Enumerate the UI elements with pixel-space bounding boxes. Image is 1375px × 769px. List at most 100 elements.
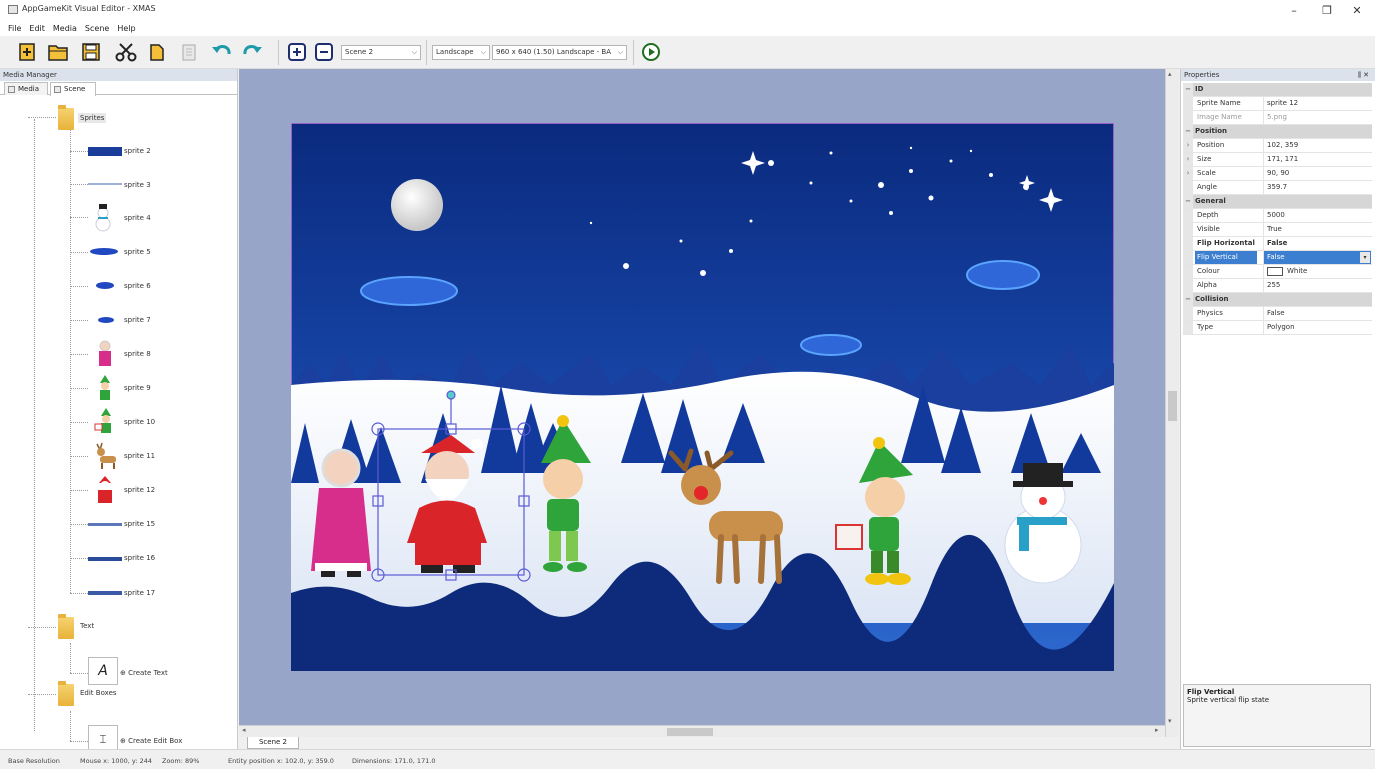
tree-sprite-17[interactable]: sprite 17 (124, 589, 155, 597)
horizontal-scrollbar[interactable]: ◂ ▸ (239, 725, 1165, 737)
tree-sprite-7[interactable]: sprite 7 (124, 316, 151, 324)
minimize-button[interactable]: – (1277, 2, 1311, 20)
copy-button[interactable] (146, 41, 168, 63)
property-row[interactable]: Depth 5000 (1183, 209, 1372, 223)
property-row[interactable]: Colour White (1183, 265, 1372, 279)
property-row[interactable]: Flip Horizontal False (1183, 237, 1372, 251)
vertical-scroll-thumb[interactable] (1168, 391, 1177, 421)
property-value[interactable]: White (1263, 265, 1371, 278)
expand-icon[interactable]: › (1183, 153, 1193, 166)
redo-button[interactable] (242, 41, 264, 63)
restore-button[interactable]: ❐ (1310, 2, 1344, 20)
color-swatch[interactable] (1267, 267, 1283, 276)
scroll-up-icon[interactable]: ▴ (1168, 70, 1172, 78)
property-value[interactable]: False (1263, 237, 1371, 250)
property-value[interactable]: 359.7 (1263, 181, 1371, 194)
property-row[interactable]: Alpha 255 (1183, 279, 1372, 293)
scroll-right-icon[interactable]: ▸ (1155, 726, 1159, 734)
horizontal-scroll-thumb[interactable] (667, 728, 713, 736)
tree-sprite-2[interactable]: sprite 2 (124, 147, 151, 155)
tree-line (70, 151, 88, 152)
tree-folder-sprites[interactable]: Sprites (78, 113, 107, 123)
tree-folder-edit-boxes[interactable]: Edit Boxes (80, 689, 117, 697)
property-value[interactable]: Polygon (1263, 321, 1371, 334)
menu-scene[interactable]: Scene (81, 22, 113, 33)
tree-create-edit-box[interactable]: ⊕ Create Edit Box (120, 737, 182, 745)
property-row[interactable]: Type Polygon (1183, 321, 1372, 335)
cut-button[interactable] (115, 41, 137, 63)
tree-sprite-8[interactable]: sprite 8 (124, 350, 151, 358)
tab-scene[interactable]: Scene (50, 82, 96, 96)
property-value[interactable]: 5000 (1263, 209, 1371, 222)
zoom-out-button[interactable] (313, 41, 335, 63)
tree-create-text[interactable]: ⊕ Create Text (120, 669, 168, 677)
open-file-button[interactable] (47, 41, 69, 63)
orientation-select[interactable]: Landscape ⌵ (432, 45, 490, 60)
property-row[interactable]: Flip Vertical False ▾ (1183, 251, 1372, 265)
run-button[interactable] (640, 41, 662, 63)
property-category[interactable]: − Collision (1183, 293, 1372, 307)
new-file-button[interactable] (16, 41, 38, 63)
tree-sprite-11[interactable]: sprite 11 (124, 452, 155, 460)
property-row[interactable]: Physics False (1183, 307, 1372, 321)
property-row[interactable]: Image Name 5.png (1183, 111, 1372, 125)
tree-sprite-9[interactable]: sprite 9 (124, 384, 151, 392)
vertical-scrollbar[interactable]: ▴ ▾ (1165, 69, 1179, 737)
panel-pin-close-icons[interactable]: ⫼ ✕ (1358, 69, 1369, 81)
tree-sprite-15[interactable]: sprite 15 (124, 520, 155, 528)
undo-button[interactable] (210, 41, 232, 63)
close-button[interactable]: ✕ (1340, 2, 1374, 20)
tree-sprite-6[interactable]: sprite 6 (124, 282, 151, 290)
expand-icon[interactable]: › (1183, 167, 1193, 180)
scroll-left-icon[interactable]: ◂ (242, 726, 246, 734)
menu-media[interactable]: Media (49, 22, 81, 33)
tree-sprite-5[interactable]: sprite 5 (124, 248, 151, 256)
property-category[interactable]: − General (1183, 195, 1372, 209)
tree-sprite-12[interactable]: sprite 12 (124, 486, 155, 494)
menu-file[interactable]: File (0, 22, 25, 33)
property-value[interactable]: 102, 359 (1263, 139, 1371, 152)
property-category[interactable]: − Position (1183, 125, 1372, 139)
tree-sprite-3[interactable]: sprite 3 (124, 181, 151, 189)
property-value[interactable]: 90, 90 (1263, 167, 1371, 180)
property-value[interactable]: 171, 171 (1263, 153, 1371, 166)
collapse-icon[interactable]: − (1183, 83, 1193, 96)
save-button[interactable] (80, 41, 102, 63)
tree-sprite-10[interactable]: sprite 10 (124, 418, 155, 426)
scene-canvas-area[interactable] (239, 69, 1165, 725)
property-row[interactable]: › Position 102, 359 (1183, 139, 1372, 153)
property-row[interactable]: Angle 359.7 (1183, 181, 1372, 195)
collapse-icon[interactable]: − (1183, 293, 1193, 306)
property-category[interactable]: − ID (1183, 83, 1372, 97)
property-value[interactable]: 5.png (1263, 111, 1371, 124)
tree-sprite-16[interactable]: sprite 16 (124, 554, 155, 562)
tree-line (70, 558, 88, 559)
scroll-down-icon[interactable]: ▾ (1168, 717, 1172, 725)
property-value[interactable]: 255 (1263, 279, 1371, 292)
chevron-down-icon[interactable]: ▾ (1360, 252, 1370, 263)
tab-media[interactable]: Media (4, 82, 48, 95)
tab-scene-2[interactable]: Scene 2 (247, 737, 299, 749)
tree-sprite-4[interactable]: sprite 4 (124, 214, 151, 222)
property-row[interactable]: Sprite Name sprite 12 (1183, 97, 1372, 111)
scene-select[interactable]: Scene 2 ⌵ (341, 45, 421, 60)
property-row[interactable]: Visible True (1183, 223, 1372, 237)
property-row[interactable]: › Size 171, 171 (1183, 153, 1372, 167)
collapse-icon[interactable]: − (1183, 195, 1193, 208)
collapse-icon[interactable]: − (1183, 125, 1193, 138)
property-value[interactable]: False (1263, 307, 1371, 320)
snowman-sprite[interactable] (1004, 463, 1082, 584)
paste-button[interactable] (178, 41, 200, 63)
property-value[interactable]: sprite 12 (1263, 97, 1371, 110)
property-value[interactable]: False ▾ (1263, 251, 1371, 264)
expand-icon[interactable]: › (1183, 139, 1193, 152)
property-row[interactable]: › Scale 90, 90 (1183, 167, 1372, 181)
menu-edit[interactable]: Edit (25, 22, 49, 33)
tree-folder-text[interactable]: Text (80, 622, 94, 630)
resolution-select[interactable]: 960 x 640 (1.50) Landscape - BA ⌵ (492, 45, 627, 60)
zoom-in-button[interactable] (286, 41, 308, 63)
scene-view[interactable] (291, 123, 1114, 671)
pivot-handle[interactable] (446, 390, 456, 400)
property-value[interactable]: True (1263, 223, 1371, 236)
menu-help[interactable]: Help (113, 22, 139, 33)
